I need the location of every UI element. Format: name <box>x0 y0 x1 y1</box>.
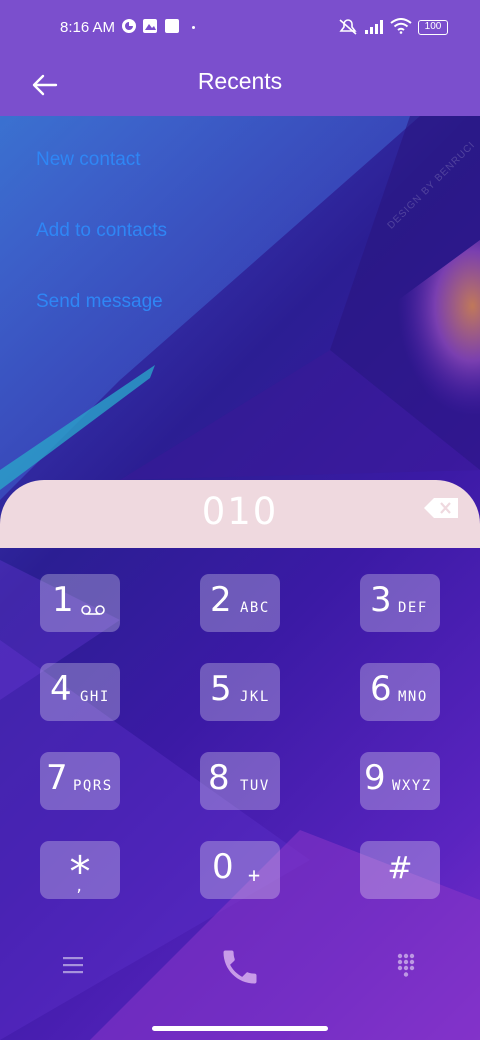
voicemail-icon <box>81 605 105 615</box>
key-0[interactable]: 0 + <box>200 841 280 899</box>
dialed-number[interactable]: 010 <box>0 490 480 533</box>
key-letters: ABC <box>240 600 270 616</box>
key-digit: 8 <box>208 758 230 798</box>
mute-icon <box>339 19 357 35</box>
signal-icon <box>365 20 383 34</box>
key-letters: + <box>248 863 262 887</box>
key-digit: 7 <box>46 758 68 798</box>
key-letters: MNO <box>398 689 428 705</box>
key-letters: DEF <box>398 600 428 616</box>
add-to-contacts-link[interactable]: Add to contacts <box>36 220 167 242</box>
key-8[interactable]: 8 TUV <box>200 752 280 810</box>
key-digit: 5 <box>210 669 232 709</box>
key-pound[interactable]: # <box>360 841 440 899</box>
key-9[interactable]: 9 WXYZ <box>360 752 440 810</box>
key-digit: 9 <box>364 758 386 798</box>
call-icon[interactable] <box>218 945 262 989</box>
key-letters: JKL <box>240 689 270 705</box>
key-5[interactable]: 5 JKL <box>200 663 280 721</box>
new-contact-link[interactable]: New contact <box>36 149 141 171</box>
notification-icon <box>165 19 179 33</box>
key-digit: 6 <box>370 669 392 709</box>
key-digit: 2 <box>210 580 232 620</box>
data-saver-icon <box>122 19 136 33</box>
page-title: Recents <box>197 68 283 94</box>
key-2[interactable]: 2 ABC <box>200 574 280 632</box>
number-display: 010 <box>0 480 480 548</box>
dialpad-icon[interactable] <box>396 953 416 979</box>
key-7[interactable]: 7 PQRS <box>40 752 120 810</box>
key-1[interactable]: 1 <box>40 574 120 632</box>
key-digit: 3 <box>370 580 392 620</box>
send-message-link[interactable]: Send message <box>36 291 163 313</box>
key-letters: GHI <box>80 689 110 705</box>
dot-icon <box>192 26 195 29</box>
menu-icon[interactable] <box>62 956 84 974</box>
key-digit: 1 <box>52 580 74 620</box>
app-bar: Recents <box>0 56 480 116</box>
key-letters: WXYZ <box>392 778 432 794</box>
key-letters: TUV <box>240 778 270 794</box>
key-letters: PQRS <box>73 778 113 794</box>
key-digit: 4 <box>50 669 72 709</box>
wifi-icon <box>390 18 412 34</box>
home-indicator[interactable] <box>152 1026 328 1031</box>
status-time: 8:16 AM <box>60 19 116 36</box>
status-bar: 8:16 AM 100 <box>0 0 480 56</box>
backspace-icon[interactable] <box>422 494 462 522</box>
key-6[interactable]: 6 MNO <box>360 663 440 721</box>
key-3[interactable]: 3 DEF <box>360 574 440 632</box>
key-letters: , <box>75 879 85 895</box>
key-4[interactable]: 4 GHI <box>40 663 120 721</box>
key-digit: # <box>387 851 413 886</box>
key-star[interactable]: * , <box>40 841 120 899</box>
battery-icon: 100 <box>418 20 448 35</box>
key-digit: 0 <box>212 847 234 887</box>
gallery-icon <box>143 19 157 33</box>
